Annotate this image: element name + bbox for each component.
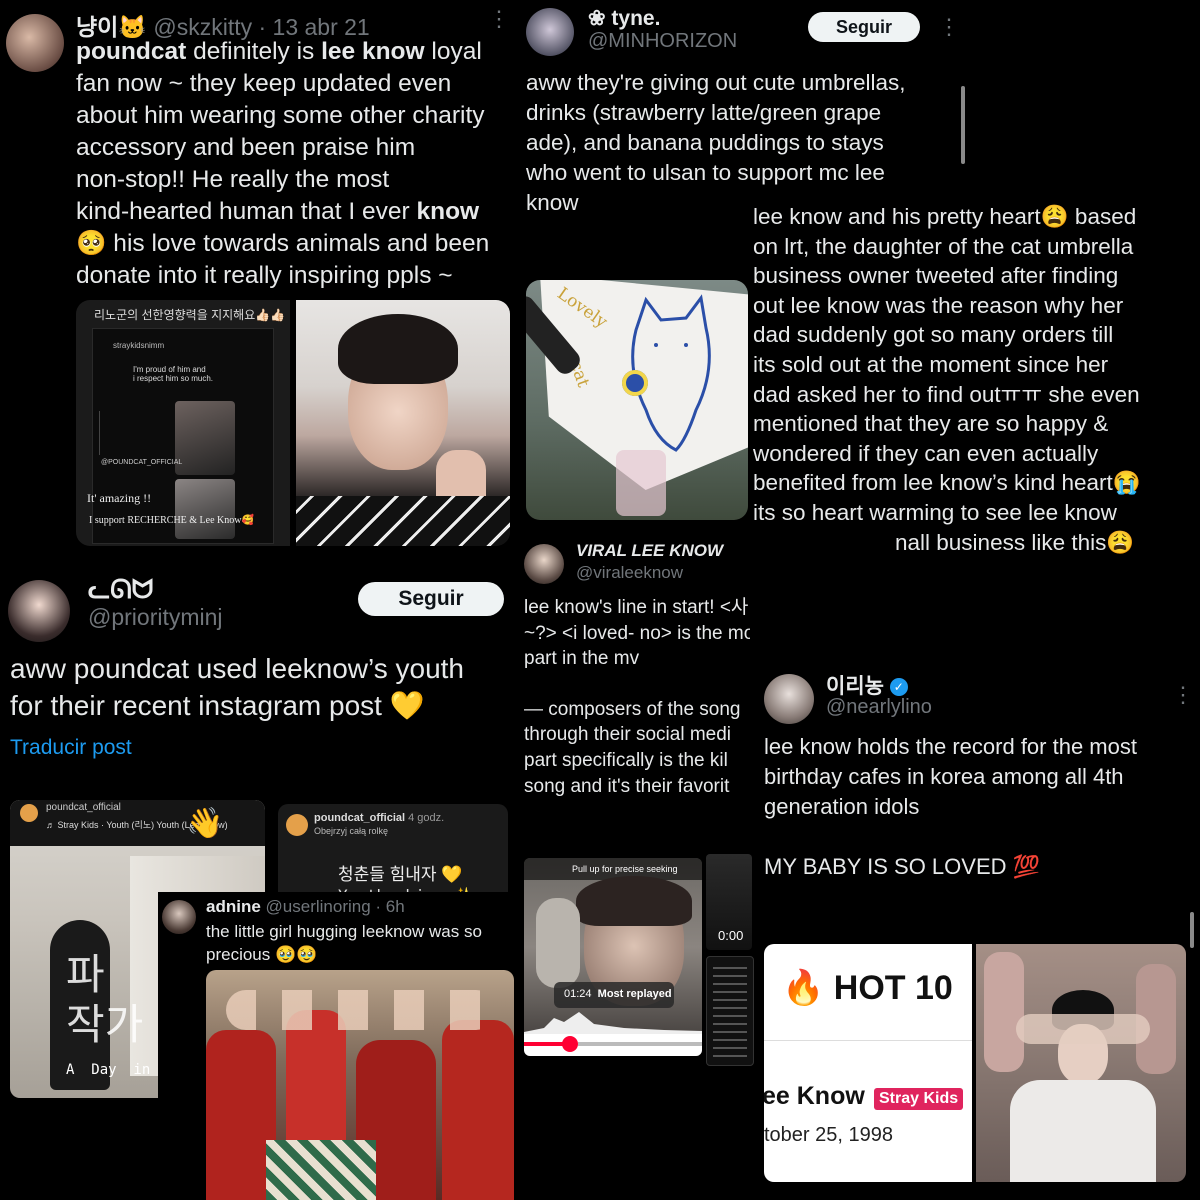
artist-name: ee Know: [764, 1082, 865, 1110]
translate-link[interactable]: Traducir post: [10, 736, 132, 760]
quote-tweet-text: lee know and his pretty heart😩 based on …: [753, 204, 1141, 555]
story-caption: 청춘들 힘내자 💛: [338, 865, 463, 884]
flower-icon: [622, 370, 648, 396]
hair: [338, 314, 458, 384]
amazing-text: It' amazing !!: [87, 491, 152, 505]
verified-badge-icon: ✓: [889, 678, 908, 697]
story-header: poundcat_official 4 godz.: [314, 812, 444, 824]
group-tag: Stray Kids: [874, 1088, 964, 1110]
most-replayed-label: Most replayed: [597, 988, 672, 1000]
video-timestamp: 01:24: [564, 988, 592, 1000]
person-red-4: [442, 1020, 514, 1200]
display-name[interactable]: 이리농: [826, 675, 884, 698]
video-thumbnail[interactable]: 0:00: [706, 854, 752, 950]
birthdate: tober 25, 1998: [764, 1124, 893, 1146]
sweater-pattern: [266, 1140, 376, 1200]
tweet-text: poundcat definitely is lee know loyal fa…: [76, 38, 490, 289]
wave-emoji: 👋: [186, 807, 224, 840]
more-options-icon[interactable]: ⋮: [938, 14, 960, 40]
story-avatar: [286, 814, 308, 836]
sweater: [296, 496, 510, 546]
story-username: poundcat_official: [314, 812, 406, 824]
handle[interactable]: @nearlylino: [826, 696, 932, 719]
handle[interactable]: @MINHORIZON: [588, 30, 737, 53]
story-photo: [175, 401, 235, 475]
tweet-image-selfie[interactable]: [296, 300, 510, 546]
screenshot-thumbnail[interactable]: [706, 956, 754, 1066]
story-avatar: [20, 804, 38, 822]
divider: [764, 1040, 972, 1041]
display-name[interactable]: ❀ tyne.: [588, 6, 660, 31]
display-name[interactable]: VIRAL LEE KNOW: [576, 541, 723, 561]
follow-button[interactable]: Seguir: [808, 12, 920, 42]
tweet-text: aww they're giving out cute umbrellas, d…: [526, 70, 906, 215]
more-options-icon[interactable]: ⋮: [1172, 682, 1194, 708]
arms: [1016, 1014, 1150, 1044]
image-caption: 리노군의 선한영향력을 지지해요👍🏻👍🏻: [94, 308, 286, 322]
handle[interactable]: @priorityminj: [88, 604, 223, 631]
avatar[interactable]: [162, 900, 196, 934]
story-quote: I'm proud of him and i respect him so mu…: [133, 365, 214, 383]
avatar[interactable]: [524, 544, 564, 584]
display-name[interactable]: adnine: [206, 897, 261, 916]
brand-tag: @POUNDCAT_OFFICIAL: [101, 459, 183, 466]
hot10-title: 🔥 HOT 10: [782, 969, 953, 1007]
tweet-text: the little girl hugging leeknow was so p…: [206, 922, 482, 964]
more-options-icon[interactable]: ⋮: [488, 6, 510, 32]
video-player[interactable]: Pull up for precise seeking 01:24 Most r…: [524, 858, 702, 1056]
mention-poundcat: poundcat: [76, 38, 187, 65]
story-time: 4 godz.: [408, 812, 445, 824]
progress-remaining: [578, 1042, 702, 1046]
avatar[interactable]: [764, 674, 814, 724]
story-text-block: [99, 411, 170, 455]
display-name[interactable]: ᓚᘏᗢ: [88, 574, 153, 606]
scrollbar[interactable]: [1190, 912, 1194, 948]
story-username: straykidsnimm: [113, 341, 165, 350]
story-username: poundcat_official: [46, 802, 121, 813]
scrollbar[interactable]: [961, 86, 965, 164]
drink-bottle: [616, 450, 666, 516]
avatar[interactable]: [8, 580, 70, 642]
handle[interactable]: @viraleeknow: [576, 563, 683, 583]
story-photo-2: [175, 479, 235, 539]
watch-reel-link[interactable]: Obejrzyj całą rolkę: [314, 826, 388, 836]
story-card: straykidsnimm I'm proud of him and i res…: [87, 328, 274, 544]
tweet-text: lee know's line in start! <사랑했던... 아니 ~?…: [524, 597, 750, 797]
balloon-left: [984, 952, 1024, 1072]
replay-graph: [524, 1012, 702, 1034]
thumb-text-lines: [713, 967, 747, 1057]
replay-label: 01:24 Most replayed: [564, 988, 672, 1000]
avatar[interactable]: [526, 8, 574, 56]
hot10-card[interactable]: 🔥 HOT 10 ee Know Stray Kids tober 25, 19…: [764, 944, 972, 1182]
white-tshirt: [1010, 1080, 1156, 1182]
tweet-image-screenshot[interactable]: 리노군의 선한영향력을 지지해요👍🏻👍🏻 straykidsnimm I'm p…: [76, 300, 290, 546]
handle[interactable]: @userlinoring · 6h: [266, 897, 405, 916]
avatar[interactable]: [6, 14, 64, 72]
tweet-image-umbrella[interactable]: Lovely cat: [526, 280, 748, 520]
story-overlay-text: 파 작가: [66, 951, 144, 1048]
heads: [226, 990, 496, 1030]
tweet-text: aww poundcat used leeknow’s youth for th…: [10, 653, 465, 721]
tweet-text: lee know holds the record for the most b…: [764, 734, 1137, 879]
video-hair: [576, 876, 692, 926]
microphone: [536, 898, 580, 988]
tweet-text-overflow: lee know's line in start! <사랑했던... 아니: [750, 595, 1083, 621]
tweet-header: adnine @userlinoring · 6h: [206, 897, 405, 917]
support-text: I support RECHERCHE & Lee Know🥰: [89, 515, 254, 526]
seek-hint: Pull up for precise seeking: [572, 864, 678, 874]
tweet-image-photo[interactable]: [976, 944, 1186, 1182]
progress-scrubber[interactable]: [562, 1036, 578, 1052]
thumb-time: 0:00: [718, 928, 744, 943]
follow-button[interactable]: Seguir: [358, 582, 504, 616]
tweet-image-christmas[interactable]: [206, 970, 514, 1200]
